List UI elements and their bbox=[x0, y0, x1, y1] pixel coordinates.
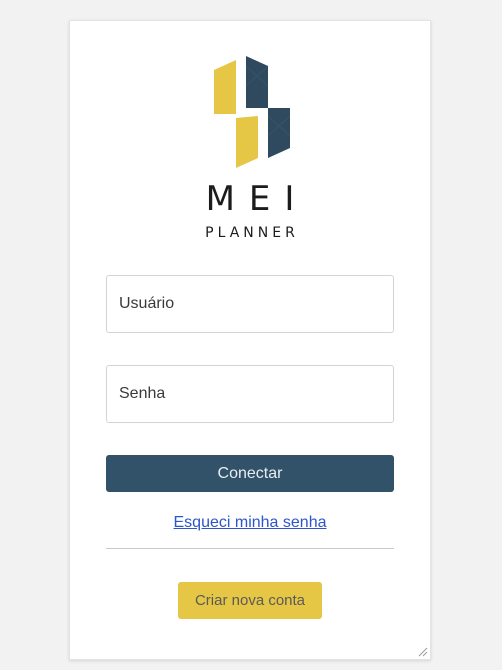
logo-title: MEI bbox=[205, 179, 309, 219]
login-card: MEI PLANNER Conectar Esqueci minha senha… bbox=[69, 20, 431, 660]
logo: MEI PLANNER bbox=[70, 21, 430, 261]
username-field[interactable] bbox=[106, 275, 394, 333]
resize-handle-icon[interactable] bbox=[416, 645, 428, 657]
create-account-button[interactable]: Criar nova conta bbox=[178, 582, 322, 619]
password-field[interactable] bbox=[106, 365, 394, 423]
mei-planner-logo-icon bbox=[214, 56, 290, 168]
logo-subtitle: PLANNER bbox=[205, 225, 299, 241]
forgot-password-link[interactable]: Esqueci minha senha bbox=[70, 514, 430, 532]
login-button[interactable]: Conectar bbox=[106, 455, 394, 492]
divider bbox=[106, 548, 394, 549]
